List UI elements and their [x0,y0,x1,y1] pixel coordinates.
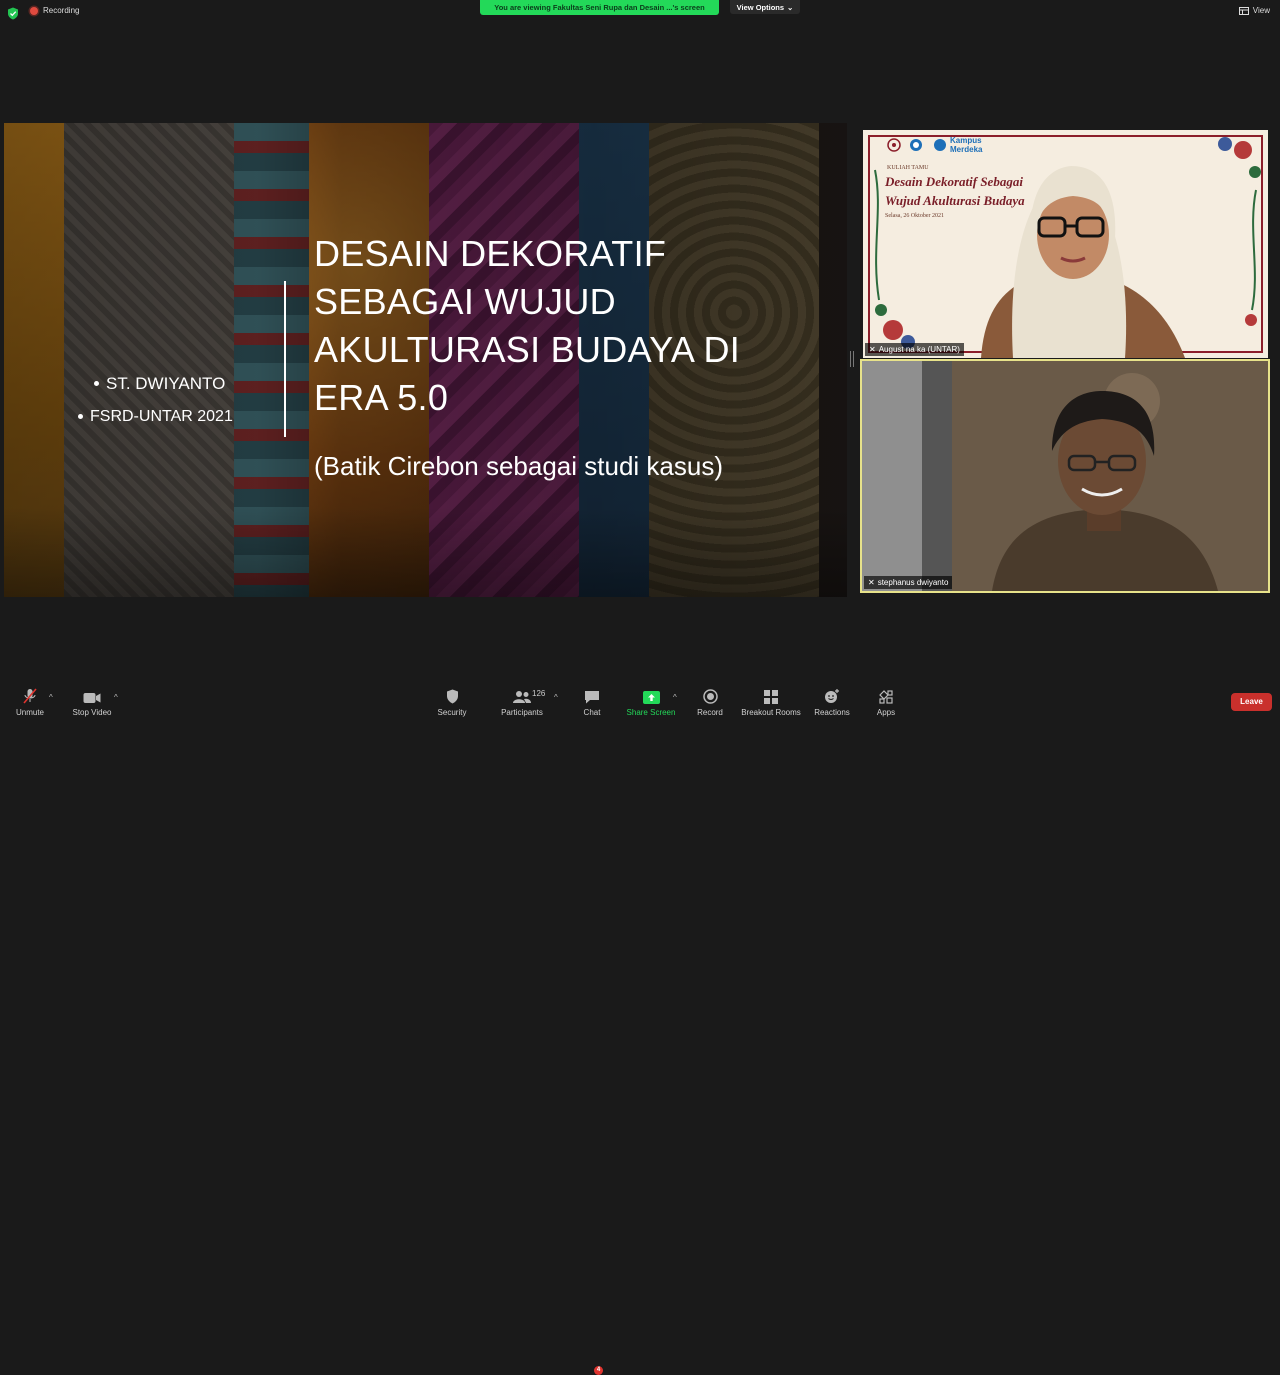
meeting-toolbar: Unmute ^ Stop Video ^ Security Participa… [0,680,1280,1375]
chat-button[interactable]: Chat [578,686,606,717]
stop-video-button[interactable]: Stop Video [70,686,114,717]
view-options-label: View Options [736,2,785,12]
smiley-plus-icon [825,689,839,703]
slide-title-line: SEBAGAI WUJUD [314,281,616,322]
view-grid-icon [1238,6,1249,15]
microphone-muted-icon [23,688,37,704]
share-screen-button[interactable]: Share Screen [626,686,676,717]
participants-icon [513,691,531,703]
bullet-item: FSRD-UNTAR 2021 [78,400,233,433]
slide-title-line: DESAIN DEKORATIF [314,233,667,274]
security-shield-icon[interactable] [7,7,19,20]
chat-label: Chat [583,708,601,717]
record-icon [702,689,718,704]
bullet-text: FSRD-UNTAR 2021 [90,407,233,425]
slide-divider-line [284,281,286,437]
slide-title-line: ERA 5.0 [314,377,449,418]
bullet-dot-icon [78,414,83,419]
security-label: Security [437,708,467,717]
slide-subtitle: (Batik Cirebon sebagai studi kasus) [314,451,723,481]
video-camera-icon [83,693,101,703]
microphone-muted-icon: ✕ [868,578,875,587]
presenter-bullets: ST. DWIYANTO FSRD-UNTAR 2021 [78,367,233,433]
security-button[interactable]: Security [434,686,470,717]
view-label: View [1252,6,1270,15]
participant-nametag: ✕ August na ka (UNTAR) [865,343,964,356]
slide-title-line: AKULTURASI BUDAYA DI [314,329,741,370]
participants-count: 126 [532,689,546,698]
stop-video-label: Stop Video [72,708,112,717]
recording-label: Recording [43,6,80,15]
leave-button[interactable]: Leave [1231,693,1272,711]
unmute-label: Unmute [15,708,44,717]
shield-icon [446,689,458,704]
video-options-chevron[interactable]: ^ [114,693,118,702]
audio-options-chevron[interactable]: ^ [49,693,53,702]
bullet-item: ST. DWIYANTO [78,367,233,400]
slide-bottom-shade [4,507,847,597]
view-button[interactable]: View [1238,6,1270,15]
video-tile-participant-1[interactable]: Kampus Merdeka KULIAH TAMU Desain Dekora… [863,130,1268,358]
participant-video-person [992,391,1218,591]
participant-video-person [981,166,1185,358]
participant-nametag: ✕ stephanus dwiyanto [864,576,953,589]
record-label: Record [697,708,723,717]
screen-share-banner: You are viewing Fakultas Seni Rupa dan D… [480,0,719,15]
participants-label: Participants [501,708,543,717]
record-dot-icon [30,6,38,15]
share-options-chevron[interactable]: ^ [673,693,677,702]
chat-unread-badge: 4 [594,1366,603,1375]
participant-name: stephanus dwiyanto [877,578,949,587]
unmute-button[interactable]: Unmute [12,686,48,717]
slide-title: DESAIN DEKORATIF SEBAGAI WUJUD AKULTURAS… [314,230,784,422]
chat-bubble-icon [585,691,599,704]
video-tile-active-speaker[interactable]: ✕ stephanus dwiyanto [860,359,1270,593]
view-options-button[interactable]: View Options ⌄ [730,0,800,14]
bullet-text: ST. DWIYANTO [106,373,226,393]
microphone-muted-icon: ✕ [869,345,876,354]
reactions-button[interactable]: Reactions [814,686,850,717]
participants-options-chevron[interactable]: ^ [554,693,558,702]
share-screen-arrow-icon [642,691,660,704]
recording-indicator[interactable]: Recording [30,6,79,15]
reactions-label: Reactions [814,708,850,717]
top-bar: Recording You are viewing Fakultas Seni … [0,0,1280,26]
chevron-down-icon: ⌄ [787,2,794,12]
participant-name: August na ka (UNTAR) [878,345,960,354]
apps-label: Apps [876,708,896,717]
breakout-rooms-grid-icon [764,690,778,704]
breakout-rooms-label: Breakout Rooms [741,708,801,717]
shared-screen-slide: ST. DWIYANTO FSRD-UNTAR 2021 DESAIN DEKO… [4,123,847,597]
breakout-rooms-button[interactable]: Breakout Rooms [740,686,802,717]
apps-icon [879,690,893,704]
share-screen-label: Share Screen [626,708,676,717]
panel-resize-handle[interactable] [850,351,854,367]
apps-button[interactable]: Apps [872,686,900,717]
bullet-dot-icon [94,381,99,386]
record-button[interactable]: Record [694,686,726,717]
